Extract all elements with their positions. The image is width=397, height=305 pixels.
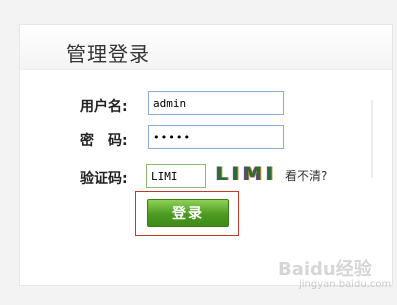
login-panel: 管理登录 [19,24,393,286]
page-title: 管理登录 [66,42,150,66]
password-label: 密 码: [80,133,128,149]
password-input[interactable] [148,125,284,149]
panel-divider [371,100,373,178]
username-input[interactable] [148,91,284,115]
watermark-logo: Baidu经验 [278,259,372,280]
captcha-label: 验证码: [80,171,128,187]
refresh-captcha-link[interactable]: 看不清? [285,167,327,184]
captcha-image[interactable]: LIMI [211,163,277,189]
watermark-url: jingyan.baidu.com [299,279,392,290]
captcha-input[interactable] [146,164,206,188]
username-label: 用户名: [80,99,128,115]
captcha-image-text: LIMI [216,163,278,185]
login-button-highlight: 登录 [135,191,239,236]
login-button[interactable]: 登录 [147,199,229,227]
panel-header: 管理登录 [20,25,392,70]
